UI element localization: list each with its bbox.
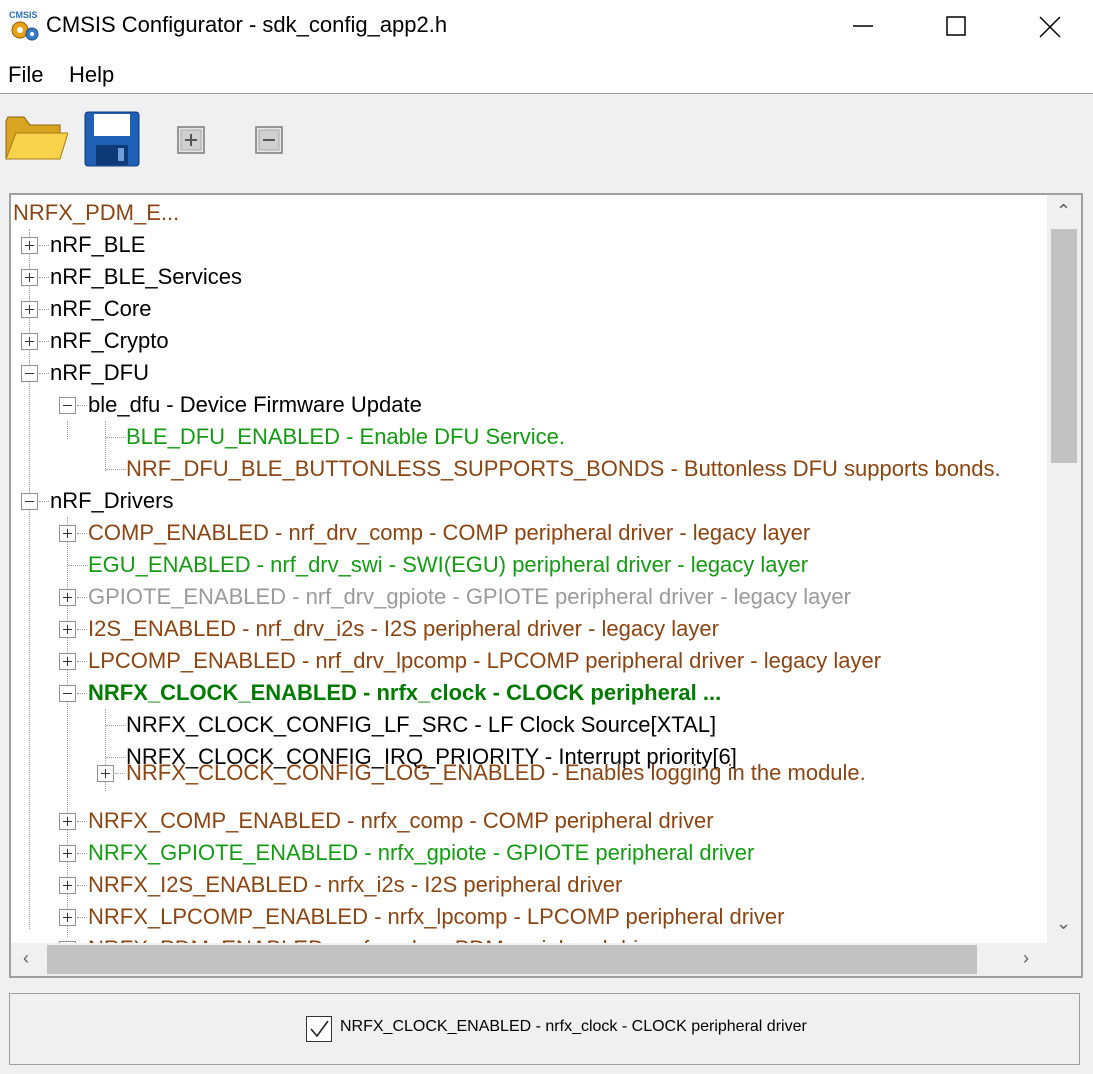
tree-node-nrf-dfu[interactable]: nRF_DFU — [50, 357, 149, 389]
tree-node-nrf-ble-services[interactable]: nRF_BLE_Services — [50, 261, 242, 293]
tree-node-egu-enabled[interactable]: EGU_ENABLED - nrf_drv_swi - SWI(EGU) per… — [88, 549, 808, 581]
tree-node-nrf-drivers[interactable]: nRF_Drivers — [50, 485, 173, 517]
expand-toggle[interactable] — [59, 877, 76, 894]
tree-node-nrf-core[interactable]: nRF_Core — [50, 293, 151, 325]
tree-line — [67, 517, 68, 937]
scroll-right-icon[interactable]: › — [1023, 948, 1029, 969]
tree-node-lpcomp-enabled[interactable]: LPCOMP_ENABLED - nrf_drv_lpcomp - LPCOMP… — [88, 645, 881, 677]
expand-toggle[interactable] — [97, 765, 114, 782]
expand-toggle[interactable] — [21, 333, 38, 350]
close-button[interactable] — [1003, 0, 1093, 52]
tree-node-comp-enabled[interactable]: COMP_ENABLED - nrf_drv_comp - COMP perip… — [88, 517, 810, 549]
expand-toggle[interactable] — [59, 813, 76, 830]
option-description: NRFX_CLOCK_ENABLED - nrfx_clock - CLOCK … — [340, 1018, 807, 1035]
scrollbar-corner — [1047, 943, 1081, 976]
scroll-up-icon[interactable]: ⌃ — [1056, 201, 1071, 222]
tree-header: NRFX_PDM_E... — [13, 200, 180, 225]
checkmark-icon — [310, 1020, 329, 1038]
tree-node-nrfx-clock-config-lf-src[interactable]: NRFX_CLOCK_CONFIG_LF_SRC - LF Clock Sour… — [126, 709, 716, 741]
expand-toggle[interactable] — [59, 621, 76, 638]
expand-toggle[interactable] — [21, 269, 38, 286]
minimize-icon — [853, 25, 873, 27]
open-folder-icon[interactable] — [4, 111, 68, 163]
collapse-all-icon[interactable] — [255, 126, 283, 154]
tree-line — [105, 421, 106, 471]
title-bar: CMSIS CMSIS Configurator - sdk_config_ap… — [0, 0, 1093, 52]
tree-line — [67, 421, 68, 439]
tree-node-nrf-dfu-ble-buttonless-supports-bonds[interactable]: NRF_DFU_BLE_BUTTONLESS_SUPPORTS_BONDS - … — [126, 453, 1001, 485]
tree-node-nrf-crypto[interactable]: nRF_Crypto — [50, 325, 169, 357]
svg-text:CMSIS: CMSIS — [9, 10, 38, 20]
tree-node-nrfx-gpiote-enabled[interactable]: NRFX_GPIOTE_ENABLED - nrfx_gpiote - GPIO… — [88, 837, 754, 869]
menu-bar: File Help — [0, 52, 1093, 94]
vertical-scrollbar[interactable]: ⌃ ⌄ — [1047, 195, 1081, 943]
option-editor-panel: NRFX_CLOCK_ENABLED - nrfx_clock - CLOCK … — [9, 993, 1080, 1065]
toolbar — [0, 95, 1093, 190]
tree-node-nrfx-i2s-enabled[interactable]: NRFX_I2S_ENABLED - nrfx_i2s - I2S periph… — [88, 869, 622, 901]
menu-file[interactable]: File — [8, 62, 43, 88]
collapse-toggle[interactable] — [21, 365, 38, 382]
minimize-button[interactable] — [817, 0, 909, 52]
window-title: CMSIS Configurator - sdk_config_app2.h — [46, 12, 448, 37]
tree-node-nrfx-clock-enabled[interactable]: NRFX_CLOCK_ENABLED - nrfx_clock - CLOCK … — [88, 677, 721, 709]
tree-content: NRFX_PDM_E... nRF_BLE nRF_BLE_Services n… — [11, 195, 1047, 943]
collapse-toggle[interactable] — [59, 685, 76, 702]
expand-toggle[interactable] — [21, 237, 38, 254]
tree-node-nrfx-lpcomp-enabled[interactable]: NRFX_LPCOMP_ENABLED - nrfx_lpcomp - LPCO… — [88, 901, 785, 933]
expand-toggle[interactable] — [59, 909, 76, 926]
scroll-down-icon[interactable]: ⌄ — [1056, 913, 1071, 934]
horizontal-scroll-thumb[interactable] — [47, 945, 977, 974]
collapse-toggle[interactable] — [21, 493, 38, 510]
cmsis-app-icon: CMSIS — [9, 10, 39, 41]
tree-node-nrf-ble[interactable]: nRF_BLE — [50, 229, 145, 261]
expand-toggle[interactable] — [59, 589, 76, 606]
tree-node-ble-dfu[interactable]: ble_dfu - Device Firmware Update — [88, 389, 422, 421]
option-enabled-checkbox[interactable] — [306, 1016, 332, 1042]
menu-help[interactable]: Help — [69, 62, 114, 88]
tree-node-nrfx-clock-config-log-enabled[interactable]: NRFX_CLOCK_CONFIG_LOG_ENABLED - Enables … — [126, 757, 866, 789]
config-tree-view[interactable]: NRFX_PDM_E... nRF_BLE nRF_BLE_Services n… — [9, 193, 1083, 978]
tree-node-nrfx-comp-enabled[interactable]: NRFX_COMP_ENABLED - nrfx_comp - COMP per… — [88, 805, 714, 837]
expand-toggle[interactable] — [59, 845, 76, 862]
tree-node-nrfx-pdm-enabled[interactable]: NRFX_PDM_ENABLED - nrfx_pdm - PDM periph… — [88, 933, 669, 943]
tree-node-i2s-enabled[interactable]: I2S_ENABLED - nrf_drv_i2s - I2S peripher… — [88, 613, 719, 645]
save-icon[interactable] — [84, 111, 140, 167]
maximize-button[interactable] — [910, 0, 1002, 52]
collapse-toggle[interactable] — [59, 397, 76, 414]
expand-toggle[interactable] — [59, 525, 76, 542]
expand-toggle[interactable] — [21, 301, 38, 318]
expand-toggle[interactable] — [59, 653, 76, 670]
vertical-scroll-thumb[interactable] — [1051, 229, 1077, 463]
scroll-left-icon[interactable]: ‹ — [23, 948, 29, 969]
horizontal-scrollbar[interactable]: ‹ › — [11, 943, 1047, 976]
expand-all-icon[interactable] — [177, 126, 205, 154]
maximize-icon — [946, 16, 966, 36]
tree-node-ble-dfu-enabled[interactable]: BLE_DFU_ENABLED - Enable DFU Service. — [126, 421, 565, 453]
tree-node-gpiote-enabled[interactable]: GPIOTE_ENABLED - nrf_drv_gpiote - GPIOTE… — [88, 581, 851, 613]
close-icon — [1039, 16, 1061, 38]
